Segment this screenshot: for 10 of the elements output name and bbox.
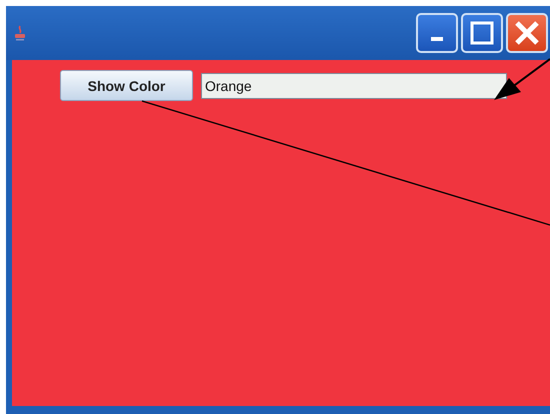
maximize-button[interactable] — [461, 13, 503, 53]
close-button[interactable] — [506, 13, 548, 53]
close-icon — [514, 20, 540, 46]
minimize-button[interactable] — [416, 13, 458, 53]
leader-arrow — [494, 58, 550, 100]
text-field[interactable]: Orange — [201, 72, 507, 98]
cup-icon — [14, 25, 26, 41]
minimize-icon — [431, 37, 443, 41]
show-color-button[interactable]: Show Color — [60, 70, 193, 101]
maximize-icon — [470, 21, 494, 45]
